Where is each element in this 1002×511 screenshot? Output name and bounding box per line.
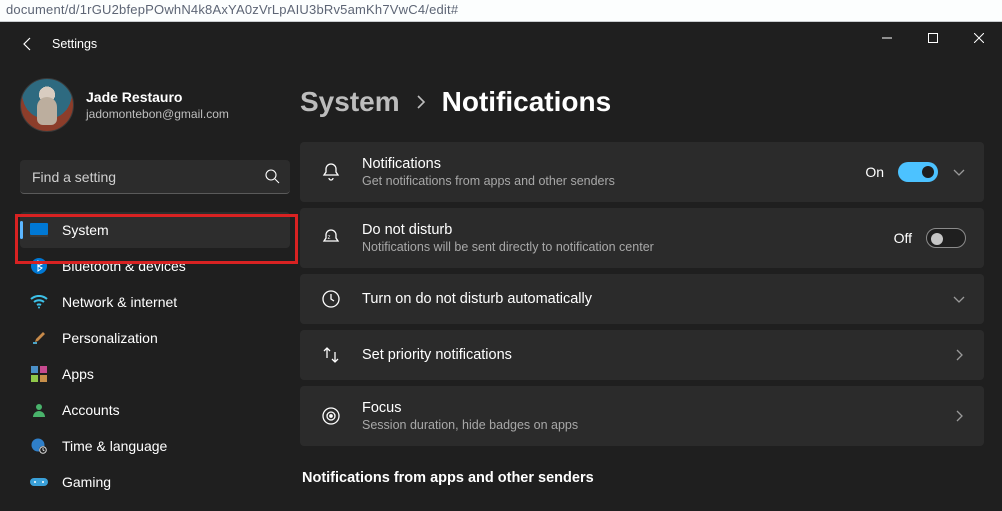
minimize-icon <box>882 33 892 43</box>
titlebar: Settings <box>0 22 1002 66</box>
clock-icon <box>318 288 344 310</box>
card-focus[interactable]: Focus Session duration, hide badges on a… <box>300 386 984 446</box>
svg-text:z: z <box>328 235 331 241</box>
card-subtitle: Get notifications from apps and other se… <box>362 174 847 188</box>
card-notifications[interactable]: Notifications Get notifications from app… <box>300 142 984 202</box>
sidebar-item-label: Apps <box>62 366 94 382</box>
wifi-icon <box>30 293 48 311</box>
sidebar-item-personalization[interactable]: Personalization <box>20 320 290 356</box>
chevron-down-icon[interactable] <box>952 165 966 179</box>
sidebar-item-time-language[interactable]: Time & language <box>20 428 290 464</box>
profile-block[interactable]: Jade Restauro jadomontebon@gmail.com <box>20 66 290 152</box>
priority-icon <box>318 344 344 366</box>
system-icon <box>30 221 48 239</box>
sidebar: Jade Restauro jadomontebon@gmail.com Sys… <box>0 66 300 511</box>
breadcrumb-parent[interactable]: System <box>300 86 400 118</box>
sidebar-item-accounts[interactable]: Accounts <box>20 392 290 428</box>
game-icon <box>30 473 48 491</box>
dnd-icon: z <box>318 227 344 249</box>
back-button[interactable] <box>10 26 46 62</box>
sidebar-item-apps[interactable]: Apps <box>20 356 290 392</box>
chevron-right-icon[interactable] <box>952 348 966 362</box>
sidebar-item-network[interactable]: Network & internet <box>20 284 290 320</box>
card-title: Notifications <box>362 156 847 172</box>
sidebar-item-bluetooth[interactable]: Bluetooth & devices <box>20 248 290 284</box>
avatar <box>20 78 74 132</box>
toggle-state-label: On <box>865 164 884 180</box>
sidebar-item-label: Bluetooth & devices <box>62 258 186 274</box>
globe-clock-icon <box>30 437 48 455</box>
minimize-button[interactable] <box>864 22 910 54</box>
sidebar-item-label: Accounts <box>62 402 120 418</box>
sidebar-item-label: Network & internet <box>62 294 177 310</box>
card-priority-notifications[interactable]: Set priority notifications <box>300 330 984 380</box>
card-title: Turn on do not disturb automatically <box>362 291 934 307</box>
bell-icon <box>318 161 344 183</box>
focus-icon <box>318 405 344 427</box>
card-subtitle: Session duration, hide badges on apps <box>362 418 934 432</box>
chevron-right-icon[interactable] <box>952 409 966 423</box>
sidebar-item-label: Time & language <box>62 438 167 454</box>
card-title: Focus <box>362 400 934 416</box>
card-do-not-disturb[interactable]: z Do not disturb Notifications will be s… <box>300 208 984 268</box>
sidebar-item-gaming[interactable]: Gaming <box>20 464 290 500</box>
search-input[interactable] <box>20 160 290 194</box>
maximize-button[interactable] <box>910 22 956 54</box>
section-heading: Notifications from apps and other sender… <box>302 470 984 486</box>
brush-icon <box>30 329 48 347</box>
sidebar-nav: System Bluetooth & devices Network & int… <box>20 212 290 500</box>
person-icon <box>30 401 48 419</box>
breadcrumb: System Notifications <box>300 76 984 142</box>
profile-name: Jade Restauro <box>86 89 229 107</box>
page-title: Notifications <box>442 86 612 118</box>
chevron-right-icon <box>414 95 428 109</box>
card-title: Do not disturb <box>362 222 876 238</box>
dnd-toggle[interactable] <box>926 228 966 248</box>
notifications-toggle[interactable] <box>898 162 938 182</box>
card-subtitle: Notifications will be sent directly to n… <box>362 240 876 254</box>
back-arrow-icon <box>20 36 36 52</box>
search-icon <box>264 168 280 184</box>
search-box <box>20 160 290 194</box>
settings-window: Settings Jade Restauro jadomontebon@gmai… <box>0 22 1002 511</box>
close-button[interactable] <box>956 22 1002 54</box>
close-icon <box>974 33 984 43</box>
maximize-icon <box>928 33 938 43</box>
main-panel: System Notifications Notifications Get n… <box>300 66 1002 511</box>
bluetooth-icon <box>30 257 48 275</box>
sidebar-item-label: Personalization <box>62 330 158 346</box>
chevron-down-icon[interactable] <box>952 292 966 306</box>
browser-url-bar[interactable]: document/d/1rGU2bfepPOwhN4k8AxYA0zVrLpAI… <box>0 0 1002 22</box>
window-title: Settings <box>52 37 97 51</box>
sidebar-item-system[interactable]: System <box>20 212 290 248</box>
sidebar-item-label: Gaming <box>62 474 111 490</box>
card-title: Set priority notifications <box>362 347 934 363</box>
window-controls <box>864 22 1002 54</box>
sidebar-item-label: System <box>62 222 109 238</box>
apps-icon <box>30 365 48 383</box>
toggle-state-label: Off <box>894 230 912 246</box>
card-auto-dnd[interactable]: Turn on do not disturb automatically <box>300 274 984 324</box>
profile-email: jadomontebon@gmail.com <box>86 107 229 121</box>
